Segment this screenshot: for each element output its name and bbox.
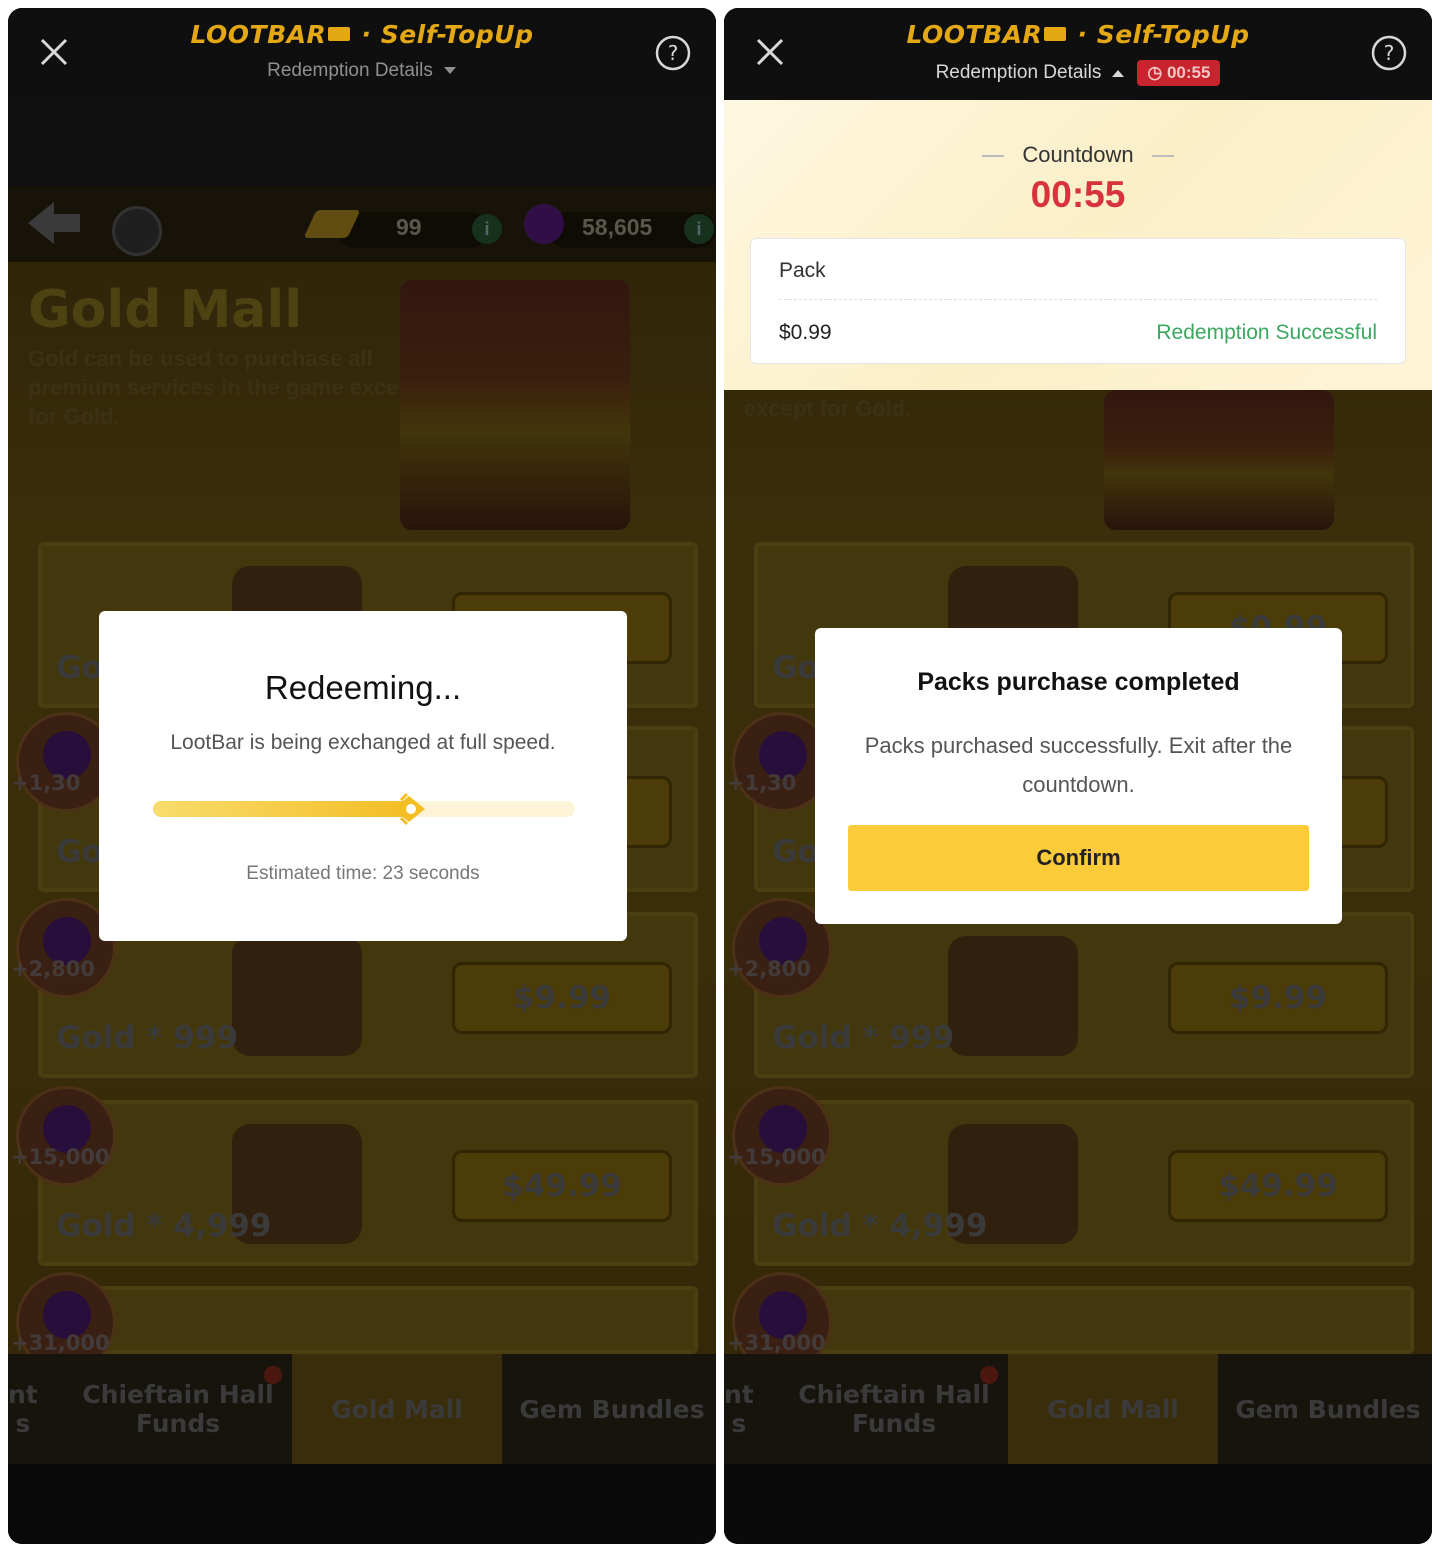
chevron-down-icon [443, 66, 456, 74]
dialog-subtitle: LootBar is being exchanged at full speed… [170, 731, 556, 754]
brand-logo-box [1044, 27, 1067, 41]
redemption-status: Redemption Successful [1156, 321, 1377, 344]
countdown-sheet: Countdown 00:55 Pack $0.99 Redemption Su… [724, 100, 1432, 390]
svg-text:?: ? [1384, 41, 1395, 65]
countdown-label-text: Countdown [1022, 142, 1134, 167]
dialog-title: Redeeming... [264, 669, 462, 706]
brand-logo: LOOTBAR [190, 20, 327, 49]
purchase-complete-dialog: Packs purchase completed Packs purchased… [815, 628, 1342, 924]
brand-title: LOOTBAR · Self-TopUp [8, 20, 716, 49]
redemption-details-toggle[interactable]: Redemption Details [8, 60, 716, 82]
countdown-value: 00:55 [1030, 174, 1126, 215]
top-bar: LOOTBAR · Self-TopUp Redemption Details … [8, 8, 716, 100]
redemption-details-label: Redemption Details [935, 62, 1102, 84]
brand-logo-box [328, 27, 351, 41]
divider [1151, 155, 1174, 158]
brand-logo: LOOTBAR [906, 20, 1043, 49]
brand-title: LOOTBAR · Self-TopUp [724, 20, 1432, 49]
redemption-details-toggle[interactable]: Redemption Details ◷ 00:55 [724, 60, 1432, 86]
timer-badge: ◷ 00:55 [1137, 60, 1221, 86]
dialog-message: Packs purchased successfully. Exit after… [864, 733, 1293, 797]
top-bar: LOOTBAR · Self-TopUp Redemption Details ◷… [724, 8, 1432, 100]
timer-value: 00:55 [1166, 63, 1211, 82]
confirm-button[interactable]: Confirm [848, 825, 1309, 891]
clock-icon: ◷ [1147, 63, 1163, 82]
pack-price: $0.99 [779, 321, 832, 344]
progress-fill [153, 801, 415, 817]
left-screen: LOOTBAR · Self-TopUp Redemption Details … [8, 8, 716, 1544]
pack-name: Pack [779, 259, 826, 282]
redeeming-dialog: Redeeming... LootBar is being exchanged … [99, 611, 627, 941]
dialog-title: Packs purchase completed [917, 668, 1240, 696]
help-icon[interactable]: ? [1370, 34, 1408, 72]
brand-suffix: · Self-TopUp [361, 20, 534, 49]
divider [779, 299, 1377, 300]
redemption-details-label: Redemption Details [267, 60, 433, 81]
help-icon[interactable]: ? [654, 34, 692, 72]
brand-suffix: · Self-TopUp [1077, 20, 1250, 49]
chevron-up-icon [1112, 70, 1125, 77]
countdown-label: Countdown [724, 142, 1432, 168]
divider [982, 155, 1005, 158]
progress-bar [153, 792, 575, 826]
pack-card: Pack $0.99 Redemption Successful [750, 238, 1406, 364]
rocket-icon [393, 792, 425, 826]
svg-text:?: ? [668, 41, 679, 65]
right-screen: LOOTBAR · Self-TopUp Redemption Details ◷… [724, 8, 1432, 1544]
estimated-time: Estimated time: 23 seconds [246, 863, 480, 884]
